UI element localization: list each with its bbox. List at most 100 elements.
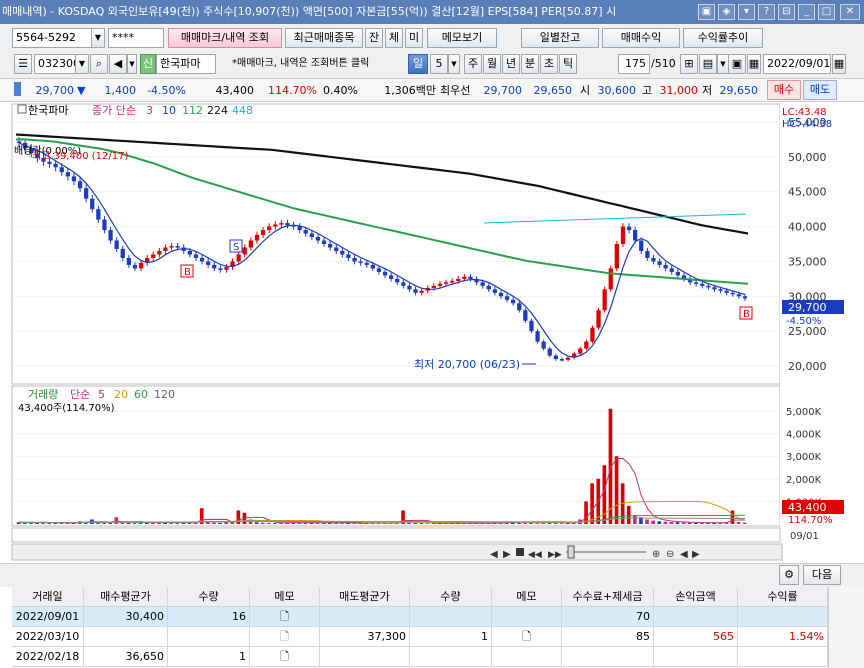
stock-name-field[interactable]: 한국파마 xyxy=(156,54,216,74)
scroll-left-icon[interactable]: ◀ xyxy=(680,549,688,560)
memo-add-icon[interactable]: 🗋 xyxy=(492,627,562,647)
settings-icon[interactable]: ⊟ xyxy=(778,4,795,20)
close-icon[interactable]: ✕ xyxy=(840,4,860,20)
next-page-button[interactable]: 다음 xyxy=(803,565,841,585)
volume-bar xyxy=(425,523,430,524)
scroll-right-icon[interactable]: ▶ xyxy=(692,549,700,560)
candle-body xyxy=(450,280,455,283)
candle-body xyxy=(565,357,571,360)
speaker-dropdown-icon[interactable]: ▼ xyxy=(127,54,137,74)
trade-table: 거래일 매수평균가 수량 메모 매도평균가 수량 메모 수수료+제세금 손익금액… xyxy=(0,587,864,668)
filled-tab[interactable]: 체 xyxy=(385,28,403,48)
scroll-prev-icon[interactable]: ◀ xyxy=(490,549,498,560)
period-month[interactable]: 월 xyxy=(483,54,501,74)
date-field[interactable]: 2022/09/01 xyxy=(763,54,831,74)
row-date: 2022/03/10 xyxy=(12,627,84,647)
period-week[interactable]: 주 xyxy=(464,54,482,74)
candle-body xyxy=(395,278,400,283)
recent-items-button[interactable]: 최근매매종목 xyxy=(285,28,363,48)
code-dropdown-icon[interactable]: ▼ xyxy=(75,54,89,74)
date-picker-icon[interactable]: ▦ xyxy=(832,54,846,74)
period-minute[interactable]: 분 xyxy=(521,54,539,74)
period-multiplier[interactable]: 5 xyxy=(430,54,448,74)
search-icon[interactable]: ⌕ xyxy=(90,54,108,74)
volume-bar xyxy=(681,522,686,524)
grid-icon[interactable]: ▤ xyxy=(699,54,717,74)
candle-body xyxy=(590,327,595,342)
candle-body xyxy=(254,234,260,241)
best-quote-label: 최우선 xyxy=(440,84,471,97)
scroll-first-icon[interactable]: ▶ xyxy=(503,549,511,560)
forward-icon[interactable]: ▶▶ xyxy=(548,550,562,560)
link-icon[interactable]: ▣ xyxy=(698,4,715,20)
volume-tag-value: 43,400 xyxy=(788,501,827,514)
stop-icon[interactable] xyxy=(516,548,524,556)
row-pnl: 565 xyxy=(654,627,738,647)
period-second[interactable]: 초 xyxy=(540,54,558,74)
table-scrollbar[interactable] xyxy=(828,587,864,668)
trade-history-button[interactable]: 매매마크/내역 조회 xyxy=(168,28,282,48)
zoom-slider-handle[interactable] xyxy=(567,545,575,559)
memo-empty-icon[interactable]: 🗋 xyxy=(250,627,320,647)
candle-body xyxy=(346,254,351,258)
zoom-out-icon[interactable]: ⊖ xyxy=(666,549,674,560)
row-sell-qty xyxy=(410,647,492,667)
credit-badge: 신 xyxy=(140,54,156,74)
period-day[interactable]: 일 xyxy=(408,54,428,74)
candle-body xyxy=(486,285,491,290)
sell-button[interactable]: 매도 xyxy=(803,80,837,100)
crosshair-icon[interactable]: ⊞ xyxy=(680,54,698,74)
buy-button[interactable]: 매수 xyxy=(767,80,801,100)
volume-label: 거래량 xyxy=(28,388,58,401)
volume-bar xyxy=(651,520,655,524)
volume-ma-label: 단순 xyxy=(70,388,90,401)
candle-body xyxy=(126,257,131,265)
speaker-icon[interactable]: ◀ xyxy=(109,54,127,74)
row-date: 2022/02/18 xyxy=(12,647,84,667)
minimize-icon[interactable]: _ xyxy=(798,4,815,20)
balance-tab[interactable]: 잔 xyxy=(365,28,383,48)
rewind-icon[interactable]: ◀◀ xyxy=(528,550,542,560)
price-ma-label: 종가 단순 xyxy=(92,104,136,117)
volume-bar xyxy=(181,523,186,524)
period-year[interactable]: 년 xyxy=(502,54,520,74)
price-chart[interactable]: 55,00050,00045,00040,00035,00030,00025,0… xyxy=(0,102,864,562)
bar-count-field[interactable]: 175 xyxy=(618,54,650,74)
query-hint: *매매마크, 내역은 조회버튼 클릭 xyxy=(232,58,370,69)
account-dropdown-icon[interactable]: ▼ xyxy=(91,28,105,48)
candle-body xyxy=(248,240,253,248)
return-trend-button[interactable]: 수익률추이 xyxy=(683,28,763,48)
volume-bar xyxy=(559,523,564,524)
save-icon[interactable]: ▣ xyxy=(728,54,746,74)
row-sell-avg xyxy=(320,647,410,667)
volume-bar xyxy=(53,523,58,524)
memo-view-button[interactable]: 메모보기 xyxy=(427,28,497,48)
window-menu-icon[interactable]: ▾ xyxy=(738,4,755,20)
memo-add-icon[interactable]: 🗋 xyxy=(250,647,320,667)
trade-profit-button[interactable]: 매매수익 xyxy=(602,28,680,48)
unfilled-tab[interactable]: 미 xyxy=(405,28,423,48)
list-icon[interactable]: ☰ xyxy=(14,54,32,74)
grid-settings-icon[interactable]: ⚙ xyxy=(779,565,799,585)
candle-body xyxy=(96,209,101,220)
maximize-icon[interactable]: □ xyxy=(818,4,835,20)
zoom-in-icon[interactable]: ⊕ xyxy=(652,549,660,560)
sell-mark-label: S xyxy=(233,242,239,253)
lc-label: LC:43.48 xyxy=(782,107,827,118)
candle-body xyxy=(706,285,711,288)
period-tick[interactable]: 틱 xyxy=(559,54,577,74)
memo-add-icon[interactable]: 🗋 xyxy=(250,607,320,627)
help-icon[interactable]: ? xyxy=(758,4,775,20)
daily-balance-button[interactable]: 일별잔고 xyxy=(521,28,599,48)
password-field[interactable]: **** xyxy=(108,28,164,48)
account-number-field[interactable]: 5564-5292 xyxy=(12,28,92,48)
col-sell-memo: 메모 xyxy=(492,587,562,607)
ma-224-label: 224 xyxy=(207,104,228,117)
stock-code-field[interactable]: 032300 xyxy=(34,54,76,74)
col-sell-avg: 매도평균가 xyxy=(320,587,410,607)
calendar-icon[interactable]: ▦ xyxy=(747,54,761,74)
ask-price: 29,700 xyxy=(483,84,523,97)
pin-icon[interactable]: ◈ xyxy=(718,4,735,20)
volume-bar xyxy=(126,522,131,524)
multiplier-dropdown-icon[interactable]: ▼ xyxy=(448,54,460,74)
